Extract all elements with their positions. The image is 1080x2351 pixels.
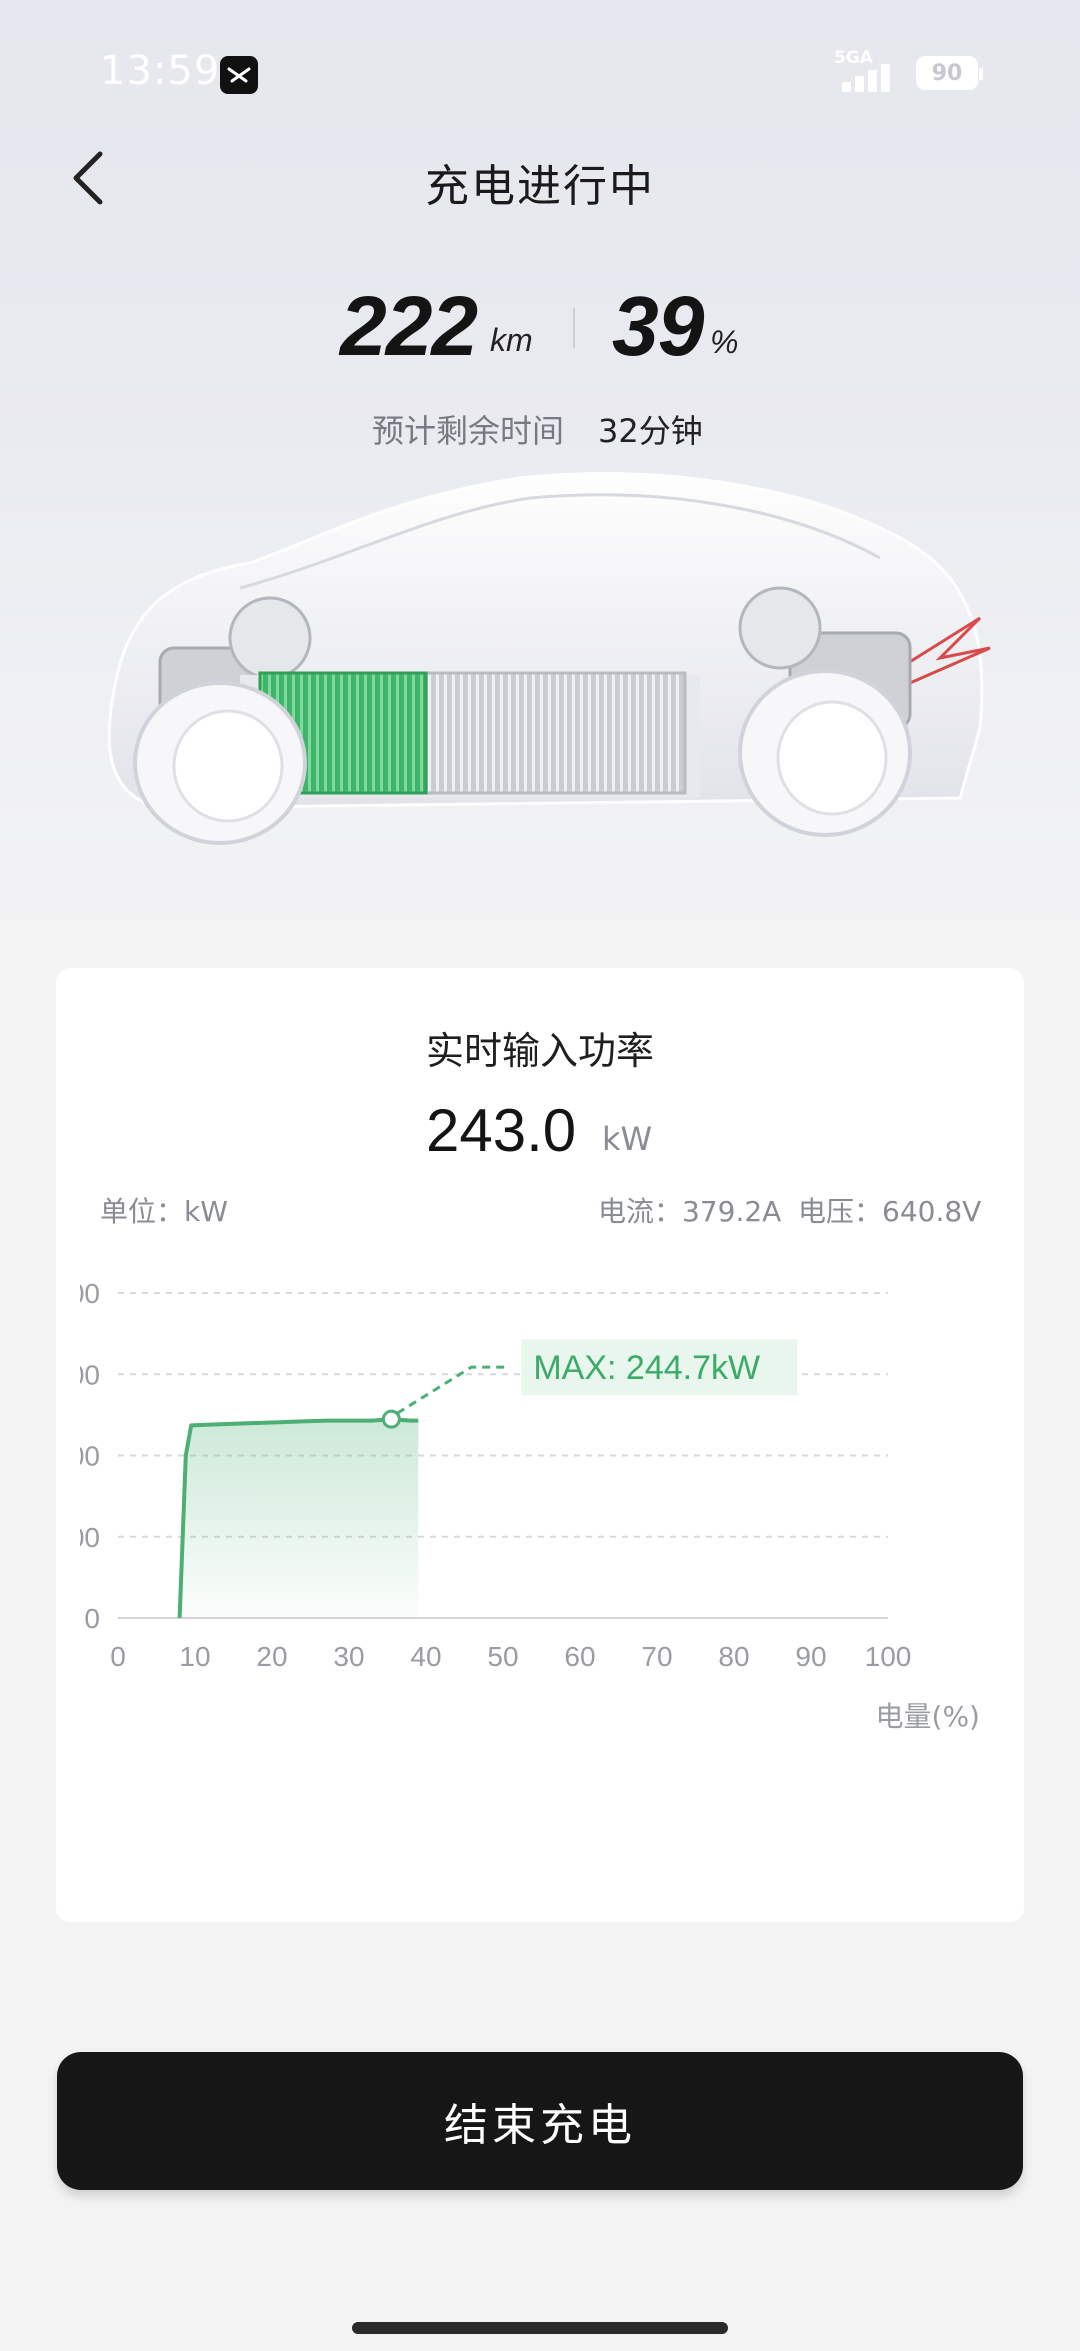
remaining-time-value: 32分钟 <box>598 412 703 450</box>
power-value: 243.0 <box>426 1097 577 1164</box>
x-tick-label: 10 <box>179 1641 210 1672</box>
x-axis-label: 电量(%) <box>876 1700 980 1733</box>
power-unit: kW <box>602 1120 653 1158</box>
x-tick-label: 80 <box>718 1641 749 1672</box>
battery-icon: 90 <box>916 56 983 90</box>
y-tick-label: 0 <box>84 1603 100 1634</box>
status-time: 13:59 <box>100 48 221 94</box>
car-battery-illustration <box>107 472 991 845</box>
end-charging-button[interactable]: 结束充电 <box>57 2052 1023 2190</box>
series-area <box>179 1419 419 1618</box>
y-tick-label: 300 <box>80 1359 100 1390</box>
x-tick-label: 20 <box>256 1641 287 1672</box>
x-tick-label: 60 <box>564 1641 595 1672</box>
x-tick-label: 100 <box>865 1641 912 1672</box>
x-tick-label: 90 <box>795 1641 826 1672</box>
power-card-title: 实时输入功率 <box>425 1029 654 1073</box>
x-tick-label: 40 <box>410 1641 441 1672</box>
x-tick-label: 0 <box>110 1641 126 1672</box>
x-tick-label: 30 <box>333 1641 364 1672</box>
y-tick-label: 200 <box>80 1441 100 1472</box>
x-tick-label: 70 <box>641 1641 672 1672</box>
soc-value: 39 <box>612 279 704 373</box>
max-label: MAX: 244.7kW <box>533 1349 760 1387</box>
home-indicator[interactable] <box>352 2322 728 2334</box>
max-point-marker <box>381 1409 401 1429</box>
signal-icon: 5GA <box>834 48 902 92</box>
xpeng-logo-icon <box>220 56 258 94</box>
range-value: 222 <box>340 279 478 373</box>
network-type: 5GA <box>834 48 873 68</box>
page-title: 充电进行中 <box>425 161 655 212</box>
remaining-time-label: 预计剩余时间 <box>372 412 565 450</box>
power-chart: MAX: 244.7kW 400 300 200 100 00 10 20 30 40 50 60 7… <box>80 1278 980 1733</box>
battery-level: 90 <box>931 60 963 86</box>
y-tick-label: 400 <box>80 1278 100 1309</box>
y-tick-label: 100 <box>80 1522 100 1553</box>
range-unit: km <box>490 322 533 358</box>
stat-divider <box>573 308 575 348</box>
soc-unit: % <box>710 324 739 360</box>
x-tick-label: 50 <box>487 1641 518 1672</box>
